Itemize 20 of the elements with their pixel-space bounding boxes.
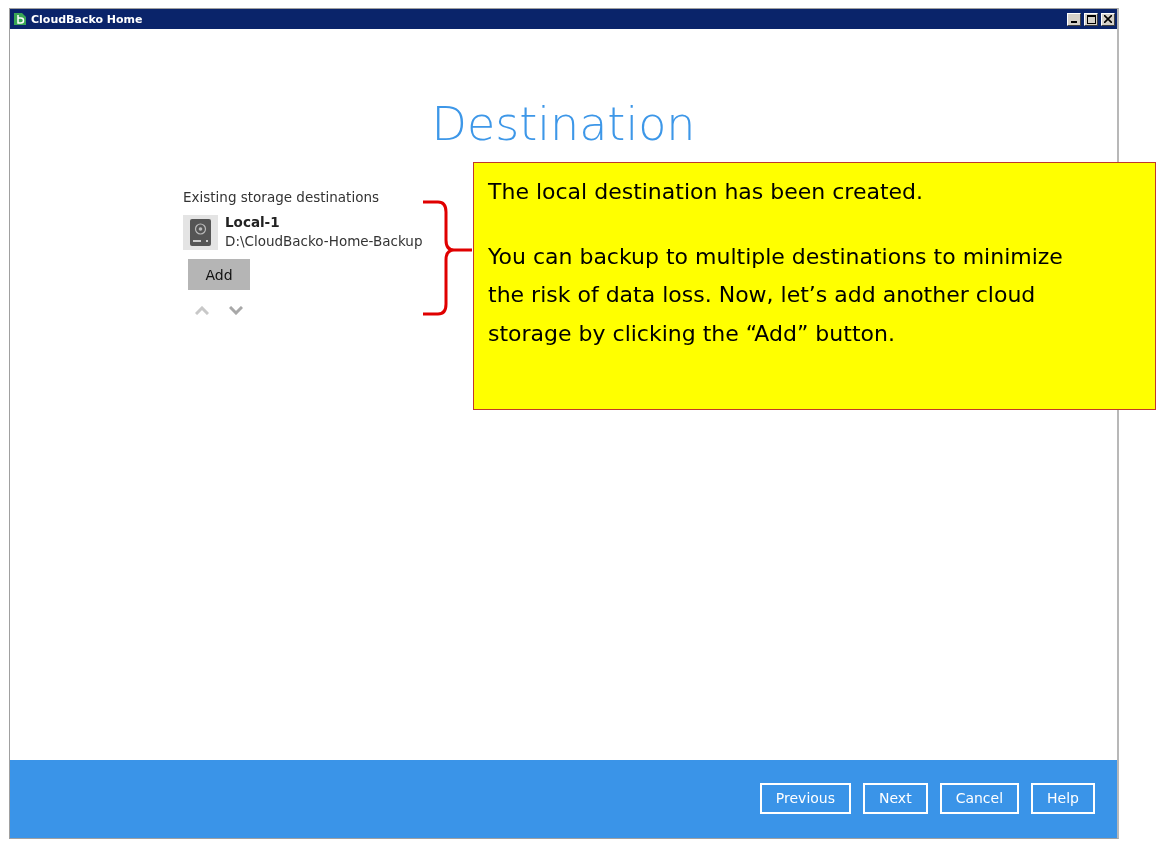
- footer-button[interactable]: Next: [863, 782, 928, 814]
- close-icon: [1104, 15, 1112, 23]
- destination-path: D:\CloudBacko-Home-Backup: [225, 232, 423, 251]
- footer-button[interactable]: Help: [1031, 782, 1095, 814]
- section-label: Existing storage destinations: [183, 189, 379, 205]
- destination-item[interactable]: Local-1 D:\CloudBacko-Home-Backup: [183, 213, 423, 251]
- close-button[interactable]: [1101, 12, 1115, 26]
- maximize-button[interactable]: [1084, 12, 1098, 26]
- minimize-button[interactable]: [1067, 12, 1081, 26]
- maximize-icon: [1086, 14, 1096, 24]
- footer-button[interactable]: Cancel: [939, 782, 1020, 814]
- app-logo-icon: [12, 11, 28, 27]
- callout-text: You can backup to multiple destinations to minimize the risk of data loss. Now, let’s add another cloud storage by clicking the “Add” button.: [488, 242, 1064, 348]
- page-heading: Destination: [430, 97, 697, 151]
- add-button[interactable]: Add: [188, 259, 250, 290]
- hard-drive-icon: [183, 214, 218, 250]
- destination-name: Local-1: [225, 213, 281, 232]
- callout-text: The local destination has been created.: [488, 178, 925, 206]
- footer-button[interactable]: Previous: [759, 782, 851, 814]
- window-title: CloudBacko Home: [31, 12, 144, 26]
